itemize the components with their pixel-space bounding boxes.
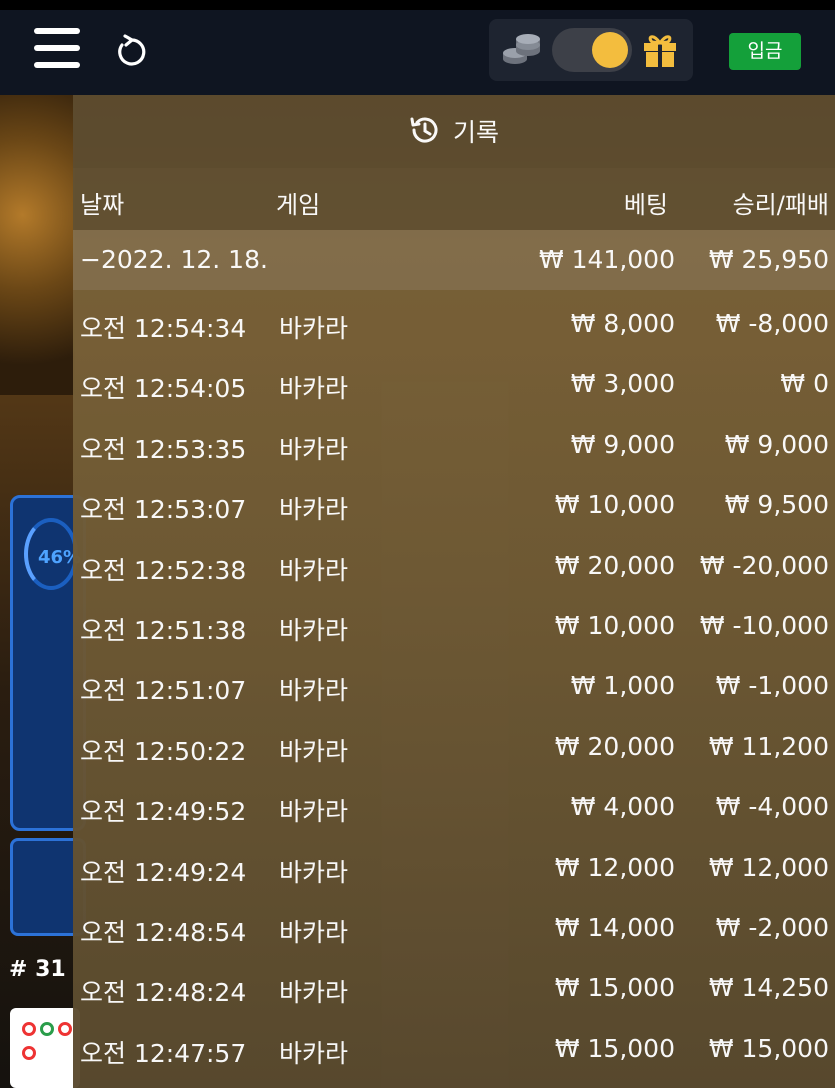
gift-icon[interactable] [641, 31, 679, 69]
row-time: 오전 12:54:05 [80, 374, 247, 404]
top-bar: 입금 [0, 10, 835, 95]
history-row[interactable]: 오전 12:53:07 바카라 ₩ 10,000 ₩ 9,500 [73, 476, 835, 536]
row-time: 오전 12:47:57 [80, 1038, 247, 1068]
history-row[interactable]: 오전 12:51:38 바카라 ₩ 10,000 ₩ -10,000 [73, 597, 835, 657]
row-result: ₩ 9,000 [724, 429, 829, 459]
day-result-total: ₩ 25,950 [708, 245, 829, 274]
row-game: 바카라 [279, 857, 349, 887]
row-bet: ₩ 15,000 [554, 973, 675, 1003]
history-row[interactable]: 오전 12:52:38 바카라 ₩ 20,000 ₩ -20,000 [73, 537, 835, 597]
row-time: 오전 12:48:24 [80, 978, 247, 1008]
row-game: 바카라 [279, 314, 349, 343]
row-result: ₩ -2,000 [715, 912, 829, 942]
row-time: 오전 12:53:35 [80, 434, 247, 464]
deposit-button[interactable]: 입금 [729, 33, 801, 70]
column-bet: 베팅 [623, 191, 668, 219]
row-time: 오전 12:49:52 [80, 797, 247, 827]
history-row[interactable]: 오전 12:54:05 바카라 ₩ 3,000 ₩ 0 [73, 355, 835, 415]
row-bet: ₩ 3,000 [570, 369, 675, 399]
row-bet: ₩ 14,000 [554, 912, 675, 942]
day-bet-total: ₩ 141,000 [538, 245, 675, 274]
row-result: ₩ -4,000 [715, 792, 829, 822]
row-time: 오전 12:54:34 [80, 314, 247, 343]
player-percentage: 46% [24, 518, 81, 590]
row-game: 바카라 [279, 555, 349, 585]
column-result: 승리/패배 [732, 191, 829, 219]
row-result: ₩ -1,000 [715, 671, 829, 701]
row-time: 오전 12:50:22 [80, 736, 247, 766]
history-row[interactable]: 오전 12:50:22 바카라 ₩ 20,000 ₩ 11,200 [73, 718, 835, 778]
toggle-switch[interactable] [552, 28, 632, 72]
row-bet: ₩ 20,000 [554, 550, 675, 580]
row-time: 오전 12:49:24 [80, 857, 247, 887]
row-game: 바카라 [279, 676, 349, 706]
row-result: ₩ 15,000 [708, 1033, 829, 1063]
history-row[interactable]: 오전 12:47:57 바카라 ₩ 15,000 ₩ 15,000 [73, 1020, 835, 1080]
column-game: 게임 [276, 191, 321, 219]
row-bet: ₩ 20,000 [554, 731, 675, 761]
history-rows: 오전 12:54:34 바카라 ₩ 8,000 ₩ -8,000 오전 12:54:05… [73, 295, 835, 1080]
row-result: ₩ -10,000 [699, 610, 829, 640]
row-bet: ₩ 8,000 [570, 309, 675, 338]
day-date: −2022. 12. 18. [80, 245, 268, 274]
row-game: 바카라 [279, 736, 349, 766]
round-number: # 31 [9, 957, 66, 982]
history-title: 기록 [453, 118, 500, 147]
history-icon [410, 117, 438, 143]
row-result: ₩ 11,200 [708, 731, 829, 761]
status-strip [0, 0, 835, 10]
row-bet: ₩ 1,000 [570, 671, 675, 701]
history-header-row: 날짜 게임 베팅 승리/패배 [73, 168, 835, 230]
row-bet: ₩ 10,000 [554, 490, 675, 520]
column-date: 날짜 [80, 191, 125, 219]
casino-lights [0, 95, 75, 395]
row-game: 바카라 [279, 1038, 349, 1068]
row-result: ₩ -20,000 [699, 550, 829, 580]
row-result: ₩ 0 [780, 369, 829, 399]
row-bet: ₩ 10,000 [554, 610, 675, 640]
row-bet: ₩ 4,000 [570, 792, 675, 822]
row-bet: ₩ 15,000 [554, 1033, 675, 1063]
hamburger-menu-icon[interactable] [34, 28, 80, 70]
row-game: 바카라 [279, 917, 349, 947]
history-row[interactable]: 오전 12:53:35 바카라 ₩ 9,000 ₩ 9,000 [73, 416, 835, 476]
row-game: 바카라 [279, 615, 349, 645]
history-row[interactable]: 오전 12:54:34 바카라 ₩ 8,000 ₩ -8,000 [73, 295, 835, 355]
row-game: 바카라 [279, 374, 349, 404]
row-result: ₩ -8,000 [715, 309, 829, 338]
row-result: ₩ 9,500 [724, 490, 829, 520]
row-game: 바카라 [279, 797, 349, 827]
row-bet: ₩ 9,000 [570, 429, 675, 459]
row-time: 오전 12:52:38 [80, 555, 247, 585]
row-time: 오전 12:48:54 [80, 917, 247, 947]
row-result: ₩ 12,000 [708, 852, 829, 882]
history-row[interactable]: 오전 12:49:24 바카라 ₩ 12,000 ₩ 12,000 [73, 839, 835, 899]
refresh-icon[interactable] [113, 34, 149, 70]
row-game: 바카라 [279, 495, 349, 525]
row-time: 오전 12:51:38 [80, 615, 247, 645]
row-game: 바카라 [279, 434, 349, 464]
history-row[interactable]: 오전 12:49:52 바카라 ₩ 4,000 ₩ -4,000 [73, 778, 835, 838]
row-bet: ₩ 12,000 [554, 852, 675, 882]
history-panel: 기록 날짜 게임 베팅 승리/패배 −2022. 12. 18. ₩ 141,0… [73, 95, 835, 1088]
history-row[interactable]: 오전 12:48:54 바카라 ₩ 14,000 ₩ -2,000 [73, 899, 835, 959]
history-row[interactable]: 오전 12:51:07 바카라 ₩ 1,000 ₩ -1,000 [73, 657, 835, 717]
row-time: 오전 12:51:07 [80, 676, 247, 706]
row-time: 오전 12:53:07 [80, 495, 247, 525]
toggle-knob [592, 32, 628, 68]
coins-icon[interactable] [501, 31, 541, 69]
row-game: 바카라 [279, 978, 349, 1008]
row-result: ₩ 14,250 [708, 973, 829, 1003]
day-summary-row[interactable]: −2022. 12. 18. ₩ 141,000 ₩ 25,950 [73, 230, 835, 290]
roadmap [10, 1008, 80, 1088]
history-row[interactable]: 오전 12:48:24 바카라 ₩ 15,000 ₩ 14,250 [73, 959, 835, 1019]
history-title-bar: 기록 [73, 95, 835, 168]
controls-group [489, 19, 693, 81]
